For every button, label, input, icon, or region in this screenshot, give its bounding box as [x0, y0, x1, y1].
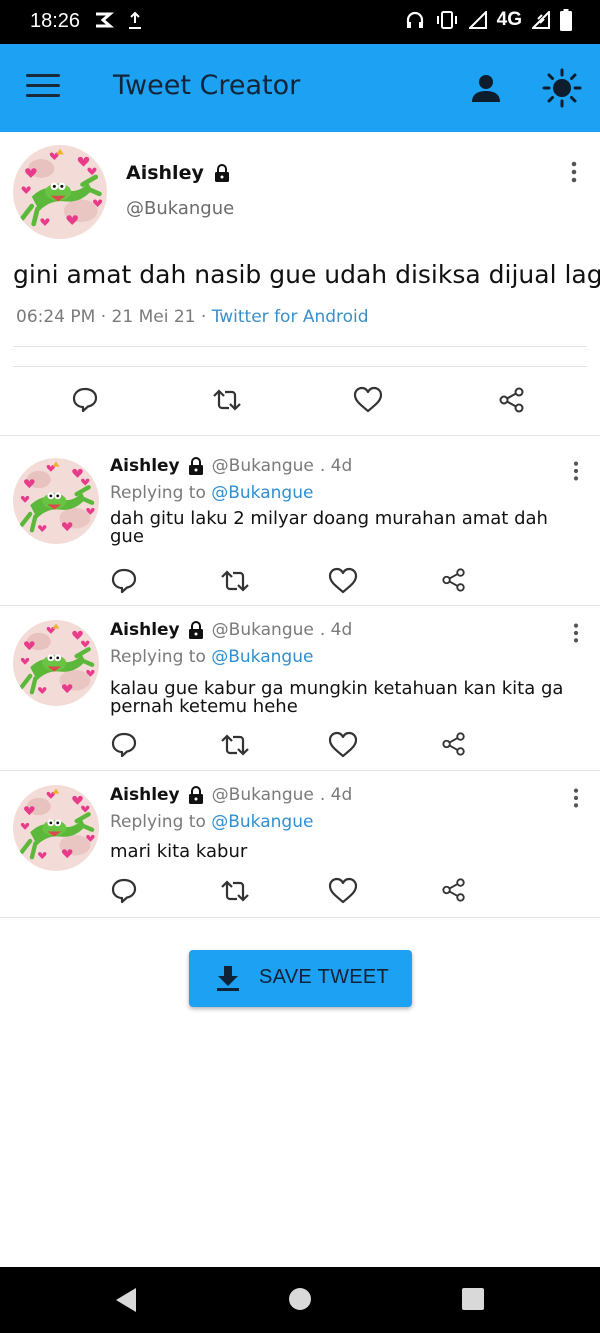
profile-icon[interactable]: [470, 72, 502, 104]
reply-text: kalau gue kabur ga mungkin ketahuan kan …: [110, 678, 564, 717]
upload-icon: [129, 11, 141, 29]
author-name: Aishley: [110, 785, 180, 805]
reply-item: Aishley @Bukangue. 4d Replying to @Bukan…: [0, 771, 600, 918]
retweet-icon[interactable]: [219, 877, 251, 905]
reply-item: Aishley @Bukangue. 4d Replying to @Bukan…: [0, 606, 600, 771]
more-options-icon[interactable]: [566, 160, 582, 184]
reply-header: Aishley @Bukangue. 4d: [110, 785, 352, 805]
mention-link[interactable]: @Bukangue: [211, 483, 313, 503]
link-icon: [96, 12, 114, 28]
network-label: 4G: [496, 9, 522, 30]
reply-icon[interactable]: [71, 386, 99, 414]
status-time: 18:26: [30, 10, 81, 32]
download-icon: [217, 966, 239, 991]
lock-icon: [186, 785, 206, 805]
tweet-date: 21 Mei 21: [111, 307, 196, 327]
data-icon: [532, 11, 550, 29]
retweet-icon[interactable]: [219, 731, 251, 759]
share-icon[interactable]: [441, 567, 467, 593]
navigation-bar: [0, 1267, 600, 1333]
share-icon[interactable]: [441, 731, 467, 757]
share-icon[interactable]: [441, 877, 467, 903]
author-handle: @Bukangue: [211, 456, 314, 476]
replying-label: Replying to: [110, 483, 206, 503]
replying-label: Replying to: [110, 647, 206, 667]
avatar[interactable]: [13, 458, 99, 544]
more-options-icon[interactable]: [568, 787, 584, 809]
retweet-icon[interactable]: [211, 386, 243, 414]
vibrate-icon: [436, 11, 457, 29]
like-icon[interactable]: [352, 386, 384, 414]
divider: [13, 366, 587, 367]
tweet-meta: 06:24 PM · 21 Mei 21 · Twitter for Andro…: [16, 307, 369, 327]
menu-icon[interactable]: [26, 74, 60, 104]
tweet-time: 06:24 PM: [16, 307, 96, 327]
battery-icon: [560, 9, 572, 31]
signal-icon: [468, 11, 487, 29]
like-icon[interactable]: [328, 877, 358, 905]
share-icon[interactable]: [498, 386, 526, 414]
more-options-icon[interactable]: [568, 460, 584, 482]
reply-header: Aishley @Bukangue. 4d: [110, 456, 352, 476]
author-handle: @Bukangue: [211, 620, 314, 640]
author-handle: @Bukangue: [126, 198, 235, 219]
replying-to: Replying to @Bukangue: [110, 812, 313, 832]
main-tweet: Aishley @Bukangue gini amat dah nasib gu…: [0, 132, 600, 436]
mention-link[interactable]: @Bukangue: [211, 812, 313, 832]
status-bar: 18:26 4G: [0, 0, 600, 44]
tweet-client[interactable]: Twitter for Android: [212, 307, 369, 327]
main-actions: [0, 386, 600, 416]
author-name: Aishley: [110, 620, 180, 640]
replying-label: Replying to: [110, 812, 206, 832]
reply-icon[interactable]: [110, 877, 138, 905]
more-options-icon[interactable]: [568, 622, 584, 644]
avatar[interactable]: [13, 145, 107, 239]
theme-icon[interactable]: [542, 68, 582, 108]
back-icon[interactable]: [114, 1287, 138, 1313]
reply-icon[interactable]: [110, 567, 138, 595]
divider: [13, 346, 587, 347]
retweet-icon[interactable]: [219, 567, 251, 595]
reply-text: mari kita kabur: [110, 841, 248, 862]
author-name: Aishley: [126, 162, 204, 184]
home-icon[interactable]: [288, 1287, 312, 1311]
avatar[interactable]: [13, 785, 99, 871]
reply-age: . 4d: [319, 620, 353, 640]
tweet-text: gini amat dah nasib gue udah disiksa dij…: [13, 260, 600, 289]
author-name: Aishley: [110, 456, 180, 476]
app-title: Tweet Creator: [113, 70, 301, 101]
lock-icon: [186, 620, 206, 640]
like-icon[interactable]: [328, 567, 358, 595]
lock-icon: [186, 456, 206, 476]
meta-separator: ·: [100, 307, 107, 327]
app-bar: Tweet Creator: [0, 44, 600, 132]
like-icon[interactable]: [328, 731, 358, 759]
replying-to: Replying to @Bukangue: [110, 483, 313, 503]
reply-item: Aishley @Bukangue. 4d Replying to @Bukan…: [0, 436, 600, 606]
replying-to: Replying to @Bukangue: [110, 647, 313, 667]
main-author: Aishley: [126, 162, 232, 184]
save-tweet-button[interactable]: SAVE TWEET: [189, 950, 412, 1007]
reply-header: Aishley @Bukangue. 4d: [110, 620, 352, 640]
recents-icon[interactable]: [461, 1287, 485, 1311]
reply-icon[interactable]: [110, 731, 138, 759]
reply-text: dah gitu laku 2 milyar doang murahan ama…: [110, 508, 548, 547]
meta-separator: ·: [200, 307, 207, 327]
mention-link[interactable]: @Bukangue: [211, 647, 313, 667]
save-tweet-label: SAVE TWEET: [259, 966, 390, 988]
avatar[interactable]: [13, 620, 99, 706]
author-handle: @Bukangue: [211, 785, 314, 805]
lock-icon: [212, 163, 232, 183]
reply-age: . 4d: [319, 785, 353, 805]
reply-age: . 4d: [319, 456, 353, 476]
headphones-icon: [406, 11, 423, 28]
